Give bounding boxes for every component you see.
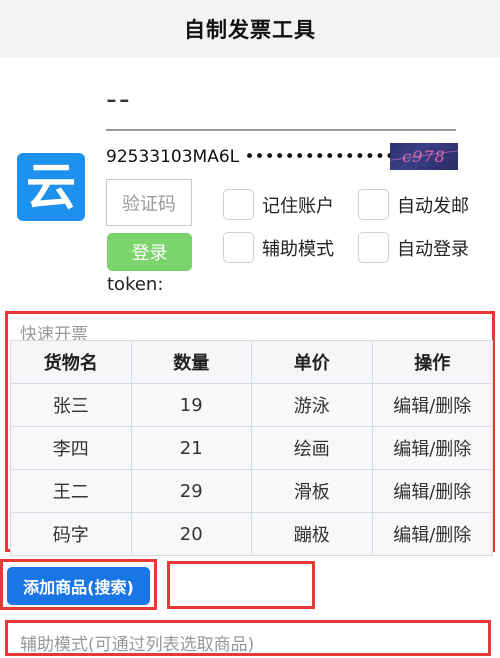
- cell-price: 游泳: [251, 383, 373, 427]
- cell-qty: 19: [130, 383, 252, 427]
- cell-price: 蹦极: [251, 512, 373, 556]
- cell-name: 李四: [10, 426, 132, 470]
- remember-account-checkbox[interactable]: 记住账户: [223, 189, 334, 220]
- edit-delete-link[interactable]: 编辑/删除: [371, 469, 493, 513]
- tax-id: 92533103MA6L: [106, 147, 240, 167]
- checkbox-label: 记住账户: [262, 195, 334, 217]
- edit-delete-link[interactable]: 编辑/删除: [371, 426, 493, 470]
- column-header-price: 单价: [251, 340, 373, 384]
- column-header-qty: 数量: [130, 340, 252, 384]
- cell-price: 绘画: [251, 426, 373, 470]
- token-label: token:: [107, 274, 164, 295]
- page-title: 自制发票工具: [184, 18, 316, 42]
- cloud-char-icon: 云: [26, 158, 76, 216]
- cell-name: 王二: [10, 469, 132, 513]
- column-header-action: 操作: [371, 340, 493, 384]
- checkbox-box[interactable]: [223, 232, 254, 263]
- edit-delete-link[interactable]: 编辑/删除: [371, 512, 493, 556]
- table-header-row: 货物名 数量 单价 操作: [10, 340, 493, 384]
- cell-qty: 20: [130, 512, 252, 556]
- table-row: 张三 19 游泳 编辑/删除: [10, 383, 493, 427]
- company-divider: [106, 129, 456, 131]
- app-logo: 云: [17, 153, 85, 221]
- checkbox-label: 辅助模式: [262, 238, 334, 260]
- checkbox-box[interactable]: [358, 189, 389, 220]
- cell-price: 滑板: [251, 469, 373, 513]
- captcha-image[interactable]: c978: [390, 143, 458, 170]
- table-row: 王二 29 滑板 编辑/删除: [10, 469, 493, 513]
- goods-table: 货物名 数量 单价 操作 张三 19 游泳 编辑/删除 李四 21 绘画 编辑/…: [10, 340, 493, 556]
- assist-mode-checkbox[interactable]: 辅助模式: [223, 232, 334, 263]
- cell-qty: 21: [130, 426, 252, 470]
- column-header-name: 货物名: [10, 340, 132, 384]
- cell-qty: 29: [130, 469, 252, 513]
- auto-send-email-checkbox[interactable]: 自动发邮: [358, 189, 469, 220]
- checkbox-label: 自动登录: [397, 238, 469, 260]
- edit-delete-link[interactable]: 编辑/删除: [371, 383, 493, 427]
- login-button[interactable]: 登录: [107, 233, 192, 271]
- add-product-highlight: 添加商品(搜索): [0, 559, 157, 610]
- cell-name: 码字: [10, 512, 132, 556]
- checkbox-box[interactable]: [358, 232, 389, 263]
- app-header: 自制发票工具: [0, 0, 500, 58]
- empty-highlight-box: [167, 561, 315, 609]
- verification-code-input[interactable]: 验证码: [106, 179, 192, 226]
- assist-mode-panel: 辅助模式(可通过列表选取商品): [5, 620, 491, 656]
- table-row: 李四 21 绘画 编辑/删除: [10, 426, 493, 470]
- assist-mode-label: 辅助模式(可通过列表选取商品): [20, 635, 255, 655]
- captcha-text: c978: [402, 147, 446, 166]
- table-row: 码字 20 蹦极 编辑/删除: [10, 512, 493, 556]
- checkbox-box[interactable]: [223, 189, 254, 220]
- company-name: --: [106, 82, 132, 117]
- auto-login-checkbox[interactable]: 自动登录: [358, 232, 469, 263]
- cell-name: 张三: [10, 383, 132, 427]
- password-mask: •••••••••••••••: [244, 147, 395, 167]
- account-info: 92533103MA6L •••••••••••••••: [106, 147, 395, 167]
- add-product-search-button[interactable]: 添加商品(搜索): [7, 567, 150, 605]
- checkbox-label: 自动发邮: [397, 195, 469, 217]
- quick-invoice-panel: 快速开票 货物名 数量 单价 操作 张三 19 游泳 编辑/删除 李四 21 绘…: [5, 311, 495, 556]
